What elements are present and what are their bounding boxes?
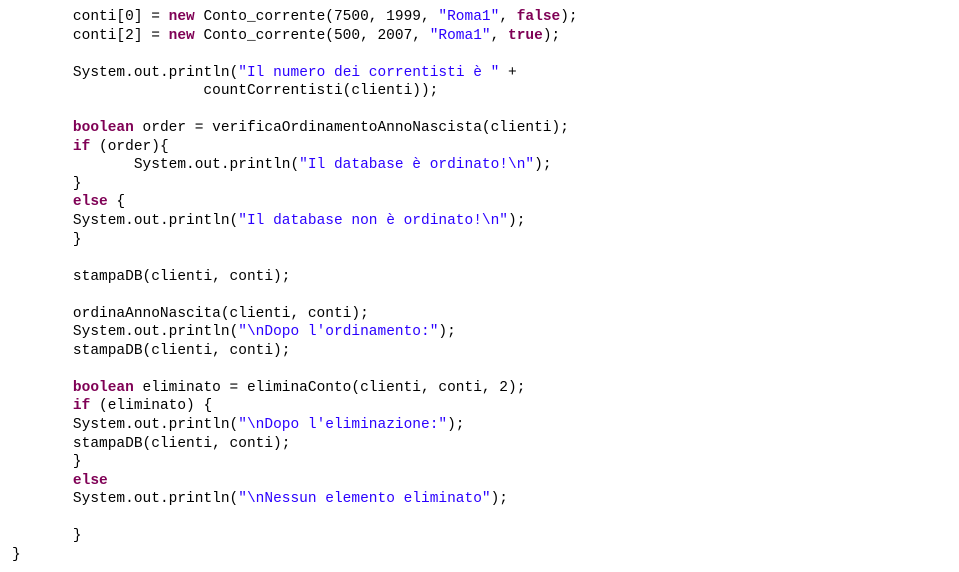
keyword-false: false <box>517 9 561 25</box>
code-text: , <box>499 9 516 25</box>
code-text: .println( <box>221 157 299 173</box>
code-text: System. <box>12 491 134 507</box>
keyword-true: true <box>508 28 543 44</box>
code-text: countCorrentisti(clienti)); <box>12 83 438 99</box>
string-literal: "Roma1" <box>438 9 499 25</box>
string-literal: "Il database è ordinato!\n" <box>299 157 534 173</box>
keyword-boolean: boolean <box>73 380 134 396</box>
keyword-if: if <box>73 398 90 414</box>
string-literal: "Il numero dei correntisti è " <box>238 65 499 81</box>
code-text: ); <box>438 324 455 340</box>
code-text: order = verificaOrdinamentoAnnoNascista(… <box>134 120 569 136</box>
code-text: System. <box>73 324 134 340</box>
keyword-new: new <box>169 9 195 25</box>
code-text: .println( <box>160 65 238 81</box>
code-text: ); <box>447 417 464 433</box>
code-text: .println( <box>160 417 238 433</box>
string-literal: "\nNessun elemento eliminato" <box>238 491 490 507</box>
code-text: System. <box>12 213 134 229</box>
code-text: Conto_corrente(500, 2007, <box>195 28 430 44</box>
field-out: out <box>134 417 160 433</box>
keyword-new: new <box>169 28 195 44</box>
code-text: } <box>12 547 21 563</box>
code-text: ); <box>560 9 577 25</box>
code-text: System. <box>73 65 134 81</box>
field-out: out <box>195 157 221 173</box>
string-literal: "Il database non è ordinato!\n" <box>238 213 508 229</box>
code-text: eliminato = eliminaConto(clienti, conti,… <box>134 380 526 396</box>
code-text: stampaDB(clienti, conti); <box>12 436 290 452</box>
code-text: conti[0] = <box>73 9 169 25</box>
string-literal: "\nDopo l'ordinamento:" <box>238 324 438 340</box>
string-literal: "Roma1" <box>430 28 491 44</box>
field-out: out <box>134 491 160 507</box>
keyword-if: if <box>73 139 90 155</box>
code-text: (eliminato) { <box>90 398 212 414</box>
keyword-boolean: boolean <box>73 120 134 136</box>
code-text: stampaDB(clienti, conti); <box>73 269 291 285</box>
string-literal: "\nDopo l'eliminazione:" <box>238 417 447 433</box>
code-text: , <box>491 28 508 44</box>
code-text: .println( <box>160 324 238 340</box>
code-text: { <box>108 194 125 210</box>
field-out: out <box>134 324 160 340</box>
code-text: ordinaAnnoNascita(clienti, conti); <box>73 306 369 322</box>
code-text: conti[2] = <box>73 28 169 44</box>
code-text: } <box>73 176 82 192</box>
code-block: conti[0] = new Conto_corrente(7500, 1999… <box>12 8 947 564</box>
code-text: System. <box>12 157 195 173</box>
code-text: .println( <box>160 213 238 229</box>
code-text: + <box>499 65 516 81</box>
code-text: ); <box>534 157 551 173</box>
code-text: } <box>73 454 82 470</box>
code-text: (order){ <box>90 139 168 155</box>
field-out: out <box>134 65 160 81</box>
field-out: out <box>134 213 160 229</box>
code-text: ); <box>543 28 560 44</box>
keyword-else: else <box>73 194 108 210</box>
code-text: System. <box>12 417 134 433</box>
keyword-else: else <box>73 473 108 489</box>
code-text: } <box>12 528 82 544</box>
code-text: .println( <box>160 491 238 507</box>
code-text: } <box>73 232 82 248</box>
code-text: stampaDB(clienti, conti); <box>73 343 291 359</box>
code-text: Conto_corrente(7500, 1999, <box>195 9 439 25</box>
code-text: ); <box>508 213 525 229</box>
code-text: ); <box>491 491 508 507</box>
